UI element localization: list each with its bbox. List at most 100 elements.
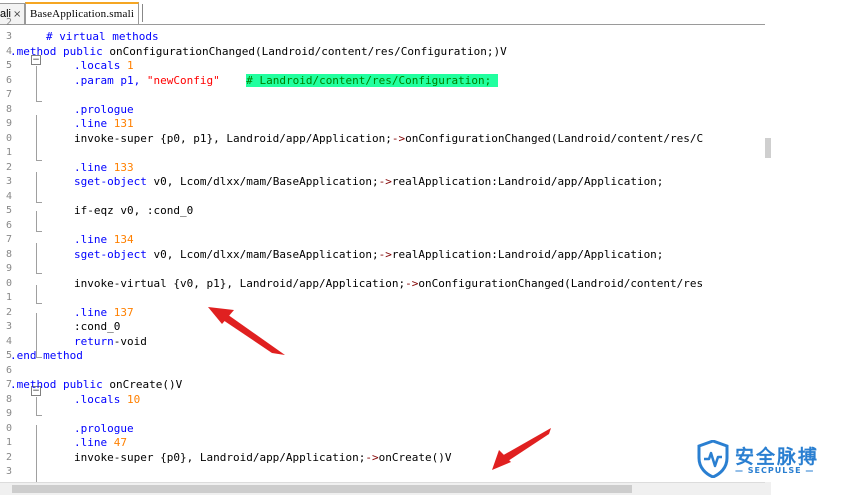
code-line: 4 [0,190,846,205]
instruction-token: sget-object [74,247,154,261]
line-number: 2 [5,16,12,28]
code-line: 9 [0,262,846,277]
vertical-scrollbar[interactable] [765,0,771,495]
class-token: , Landroid/app/Application; [226,276,406,290]
number-token: 131 [113,117,134,130]
operator-token: -> [378,247,392,261]
code-text: if-eqz v0, :cond_0 [74,204,193,219]
directive-token: .line [74,117,114,130]
instruction-token: if-eqz [74,204,121,217]
class-token: , Landroid/app/Application; [186,450,366,464]
line-number: 5 [5,205,12,216]
scrollbar-corner [765,482,771,495]
code-text: # virtual methods [46,30,159,45]
watermark-en-text: — SECPULSE — [735,466,815,475]
line-number: 0 [5,422,12,434]
line-number: 6 [5,219,12,231]
line-number: 0 [5,132,12,144]
code-line: 3 :cond_0 [0,320,846,335]
code-line: 8 .locals 10 [0,393,846,408]
field-token: realApplication:Landroid/app/Application… [391,247,664,261]
horizontal-scrollbar[interactable] [0,482,770,495]
register-token: {p0} [160,450,187,464]
instruction-token: sget-object [74,175,154,188]
comment-token: # virtual methods [46,30,159,43]
operator-token: -> [365,450,379,464]
directive-token: .line [74,233,114,246]
code-line: 7 .line 134 [0,233,846,248]
label-token: :cond_0 [74,320,121,333]
code-line: 7 [0,88,846,103]
line-number: 2 [5,306,12,318]
number-token: 137 [113,305,134,319]
method-token: onConfigurationChanged(Landroid/content/… [405,131,704,145]
class-token: , Landroid/app/Application; [213,131,392,145]
code-line: 9 [0,407,846,422]
code-text: sget-object v0, Lcom/dlxx/mam/BaseApplic… [74,175,663,190]
code-line: 1 [0,291,846,306]
line-number: 2 [5,161,12,173]
field-token: realApplication:Landroid/app/Application… [391,175,664,188]
directive-token: .locals [74,59,127,72]
number-token: 133 [113,160,134,174]
code-line: 4 return-void [0,335,846,350]
instruction-token: invoke-virtual [74,276,174,290]
code-line: 8 sget-object v0, Lcom/dlxx/mam/BaseAppl… [0,248,846,263]
keyword-token: return [74,334,114,348]
code-text: .end method [10,349,83,364]
code-text: .method public onConfigurationChanged(La… [10,45,507,60]
code-text: invoke-super {p0}, Landroid/app/Applicat… [74,451,452,466]
code-line: 3 # virtual methods [0,30,846,45]
method-token: onCreate()V [378,450,452,464]
secpulse-watermark: 安全脉搏 — SECPULSE — [697,440,842,480]
code-line: 0 .prologue [0,422,846,437]
code-line: 7 .method public onCreate()V [0,378,846,393]
register-token: {v0, p1} [173,276,227,290]
code-text: return-void [74,335,147,350]
line-number: 1 [5,292,12,303]
number-token: 134 [113,233,134,246]
code-line: 4 .method public onConfigurationChanged(… [0,45,846,60]
code-text: .line 134 [74,233,134,248]
code-text: .line 131 [74,117,134,132]
line-number: 4 [5,335,12,347]
line-number: 9 [5,263,12,274]
method-token: onConfigurationChanged(Landroid/content/… [418,276,704,290]
line-number: 8 [5,393,12,405]
code-line: 0 invoke-virtual {v0, p1}, Landroid/app/… [0,277,846,292]
line-number: 9 [5,408,12,419]
horizontal-scroll-thumb[interactable] [12,485,632,493]
directive-token: .line [74,160,114,174]
highlighted-comment: # Landroid/content/res/Configuration; [246,73,492,87]
line-number: 3 [5,31,12,42]
instruction-token: invoke-super [74,450,161,464]
code-text: .method public onCreate()V [10,378,182,393]
code-text: .line 137 [74,306,134,321]
line-number: 6 [5,364,12,376]
operator-token: -> [378,175,392,188]
code-line: 6 .param p1, "newConfig" # Landroid/cont… [0,73,846,89]
line-number: 7 [5,234,12,245]
code-line: 9 .line 131 [0,117,846,132]
watermark-en-label: SECPULSE [747,466,802,475]
register-token: {p0, p1} [160,131,214,145]
code-text: .locals 1 [74,59,134,74]
code-line: 6 [0,364,846,379]
line-number: 0 [5,277,12,289]
code-editor[interactable]: − − 2 3 # virtual methods 4 .method publ… [0,17,765,482]
line-number: 1 [5,147,12,158]
number-token: 1 [126,59,134,72]
code-text: .line 47 [74,436,127,451]
class-token: v0, Lcom/dlxx/mam/BaseApplication; [153,247,379,261]
code-line: 2 .line 137 [0,306,846,321]
code-line: 5 .end method [0,349,846,364]
code-line: 2 .line 133 [0,161,846,176]
line-number: 3 [5,321,12,332]
directive-token: .locals [74,392,127,406]
keyword-token: .method public [10,44,110,58]
code-line: 5 if-eqz v0, :cond_0 [0,204,846,219]
keyword-token: .method public [10,378,110,391]
operator-token: -> [391,131,406,145]
code-line: 6 [0,219,846,234]
vertical-scroll-thumb[interactable] [765,138,771,158]
